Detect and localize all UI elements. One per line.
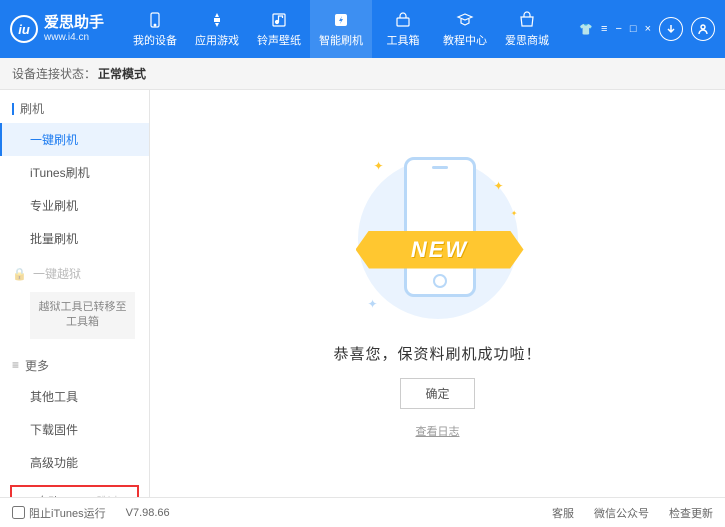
sidebar-section-more[interactable]: ≡ 更多 [0, 347, 149, 380]
nav-apps-games[interactable]: 应用游戏 [186, 0, 248, 58]
flash-icon [332, 11, 350, 29]
nav-my-device[interactable]: 我的设备 [124, 0, 186, 58]
ok-button[interactable]: 确定 [400, 378, 474, 409]
version-label: V7.98.66 [126, 507, 170, 519]
status-label: 设备连接状态： [12, 65, 96, 82]
maximize-icon[interactable]: □ [630, 23, 637, 35]
main-nav: 我的设备 应用游戏 铃声壁纸 智能刷机 工具箱 教程中心 爱思商城 [124, 0, 579, 58]
sidebar-item-onekey-flash[interactable]: 一键刷机 [0, 123, 149, 156]
nav-smart-flash[interactable]: 智能刷机 [310, 0, 372, 58]
sidebar-section-flash[interactable]: 刷机 [0, 90, 149, 123]
close-icon[interactable]: × [645, 23, 651, 35]
options-box: 自动激活 跳过向导 [10, 485, 139, 497]
sidebar-item-advanced[interactable]: 高级功能 [0, 446, 149, 479]
sidebar-item-batch-flash[interactable]: 批量刷机 [0, 222, 149, 255]
minimize-icon[interactable]: − [615, 23, 621, 35]
success-message: 恭喜您，保资料刷机成功啦！ [333, 343, 541, 364]
app-header: iu 爱思助手 www.i4.cn 我的设备 应用游戏 铃声壁纸 智能刷机 工具… [0, 0, 725, 58]
device-icon [146, 11, 164, 29]
jailbreak-note: 越狱工具已转移至 工具箱 [30, 292, 135, 339]
skin-icon[interactable]: 👕 [579, 23, 593, 36]
lock-icon: 🔒 [12, 267, 27, 281]
store-icon [518, 11, 536, 29]
window-controls: 👕 ≡ − □ × [579, 17, 715, 41]
nav-tutorials[interactable]: 教程中心 [434, 0, 496, 58]
footer-link-update[interactable]: 检查更新 [669, 505, 713, 521]
sidebar: 刷机 一键刷机 iTunes刷机 专业刷机 批量刷机 🔒 一键越狱 越狱工具已转… [0, 90, 150, 497]
checkbox-block-itunes[interactable]: 阻止iTunes运行 [12, 505, 106, 521]
sidebar-item-other-tools[interactable]: 其他工具 [0, 380, 149, 413]
ringtone-icon [270, 11, 288, 29]
footer-bar: 阻止iTunes运行 V7.98.66 客服 微信公众号 检查更新 [0, 497, 725, 527]
menu-icon[interactable]: ≡ [601, 23, 607, 35]
logo: iu 爱思助手 www.i4.cn [10, 15, 104, 43]
app-title: 爱思助手 [44, 15, 104, 32]
sidebar-section-jailbreak: 🔒 一键越狱 [0, 255, 149, 288]
tutorial-icon [456, 11, 474, 29]
app-url: www.i4.cn [44, 32, 104, 43]
more-icon: ≡ [12, 358, 19, 372]
sidebar-item-itunes-flash[interactable]: iTunes刷机 [0, 156, 149, 189]
user-button[interactable] [691, 17, 715, 41]
sidebar-item-pro-flash[interactable]: 专业刷机 [0, 189, 149, 222]
footer-link-wechat[interactable]: 微信公众号 [594, 505, 649, 521]
footer-link-support[interactable]: 客服 [552, 505, 574, 521]
apps-icon [208, 11, 226, 29]
main-content: ✦ ✦ ✦ ✦ NEW 恭喜您，保资料刷机成功啦！ 确定 查看日志 [150, 90, 725, 497]
success-illustration: ✦ ✦ ✦ ✦ NEW [348, 149, 528, 329]
sidebar-item-download-firmware[interactable]: 下载固件 [0, 413, 149, 446]
nav-store[interactable]: 爱思商城 [496, 0, 558, 58]
toolbox-icon [394, 11, 412, 29]
new-ribbon: NEW [356, 231, 524, 269]
nav-toolbox[interactable]: 工具箱 [372, 0, 434, 58]
status-bar: 设备连接状态： 正常模式 [0, 58, 725, 90]
download-button[interactable] [659, 17, 683, 41]
nav-ringtones[interactable]: 铃声壁纸 [248, 0, 310, 58]
status-value: 正常模式 [98, 65, 146, 82]
logo-icon: iu [10, 15, 38, 43]
view-log-link[interactable]: 查看日志 [416, 423, 460, 439]
